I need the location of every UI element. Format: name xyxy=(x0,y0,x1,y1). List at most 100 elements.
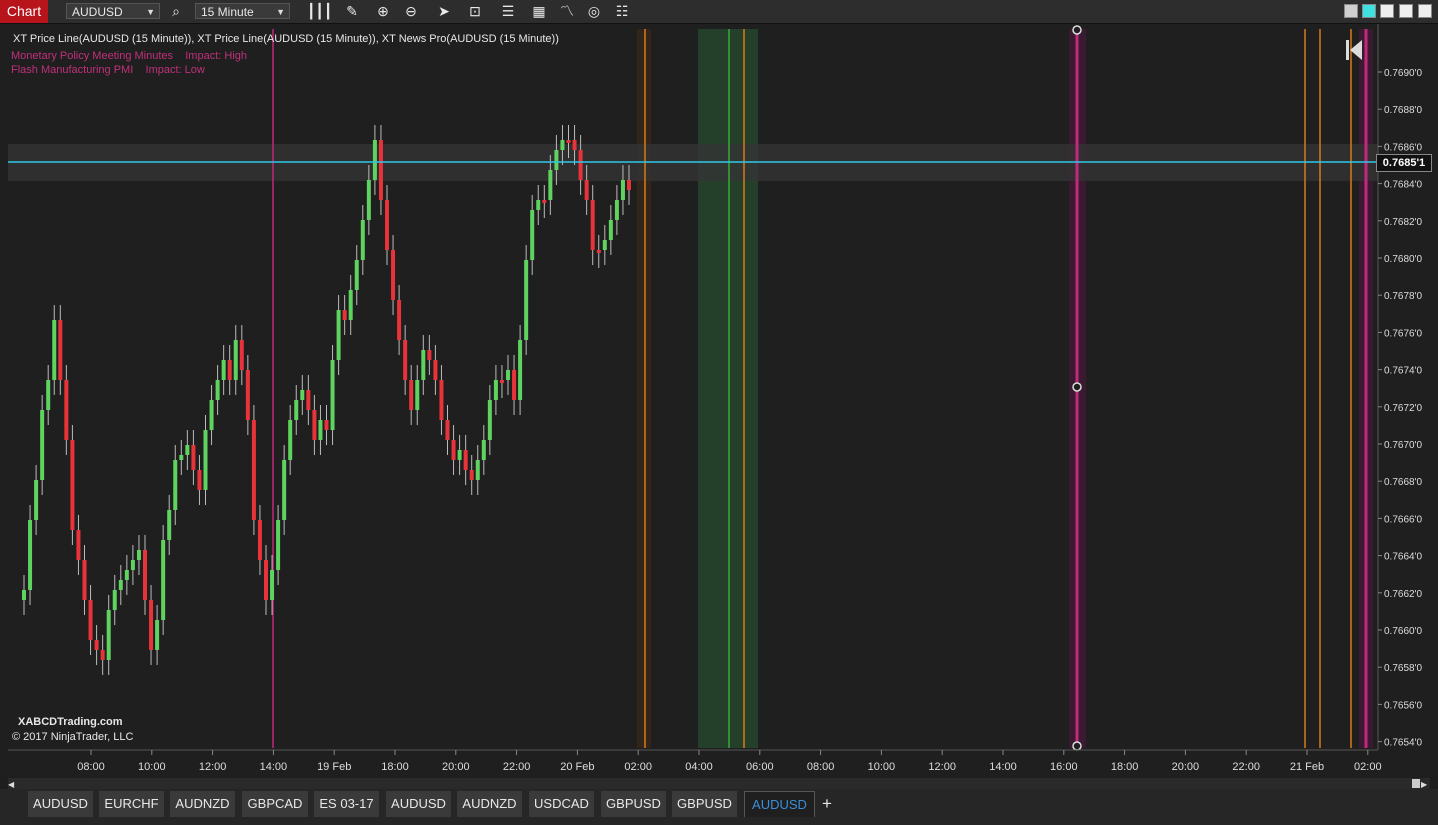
time-label: 19 Feb xyxy=(317,761,351,773)
candle-body xyxy=(378,140,383,200)
candle-body xyxy=(294,400,299,420)
scroll-thumb[interactable] xyxy=(1412,779,1420,788)
candle-body xyxy=(215,380,220,400)
time-label: 08:00 xyxy=(77,761,105,773)
data-box-icon[interactable]: ⊡ xyxy=(466,2,484,20)
candle-body xyxy=(276,520,281,570)
zoom-out-icon[interactable]: ⊖ xyxy=(402,2,420,20)
candle-body xyxy=(530,210,535,260)
tab-gbpcad[interactable]: GBPCAD xyxy=(242,791,308,817)
candle-body xyxy=(233,340,238,380)
candle-body xyxy=(397,300,402,340)
candle-body xyxy=(227,360,232,380)
candle-body xyxy=(584,180,589,200)
properties-icon[interactable]: ☰ xyxy=(499,2,517,20)
tab-eurchf[interactable]: EURCHF xyxy=(99,791,164,817)
time-axis[interactable]: 08:00 10:00 12:00 14:00 19 Feb 18:00 20:00 22:0… xyxy=(77,750,1382,773)
time-label: 20 Feb xyxy=(560,761,594,773)
price-label: 0.7656'0 xyxy=(1384,700,1422,711)
time-label: 22:00 xyxy=(503,761,531,773)
candle-body xyxy=(46,380,51,410)
tab-audusd[interactable]: AUDUSD xyxy=(28,791,93,817)
time-label: 22:00 xyxy=(1232,761,1260,773)
price-label: 0.7688'0 xyxy=(1384,105,1422,116)
candle-body xyxy=(499,380,504,383)
indicators-icon[interactable]: 〽 xyxy=(558,2,576,20)
tab-audnzd[interactable]: AUDNZD xyxy=(170,791,235,817)
line-handle[interactable] xyxy=(1072,741,1082,751)
minimize-button[interactable] xyxy=(1380,4,1394,18)
interval-selector[interactable]: 15 Minute ▼ xyxy=(195,3,290,19)
tab-audnzd-2[interactable]: AUDNZD xyxy=(457,791,522,817)
templates-icon[interactable]: ▦ xyxy=(530,2,548,20)
line-handle[interactable] xyxy=(1072,382,1082,392)
price-chart[interactable]: 0.7690'0 0.7688'0 0.7686'0 0.7684'0 0.7682'0… xyxy=(0,24,1438,776)
candle-body xyxy=(264,560,268,600)
price-label: 0.7680'0 xyxy=(1384,254,1422,265)
site-watermark: XABCDTrading.com xyxy=(18,716,123,728)
candle-body xyxy=(427,350,432,360)
tab-gbpusd[interactable]: GBPUSD xyxy=(601,791,666,817)
strategies-icon[interactable]: ◎ xyxy=(585,2,603,20)
candle-body xyxy=(40,410,45,480)
candle-body xyxy=(348,290,353,320)
search-icon[interactable]: ⌕ xyxy=(167,2,185,20)
zoom-in-icon[interactable]: ⊕ xyxy=(374,2,392,20)
time-label: 10:00 xyxy=(868,761,896,773)
candle-body xyxy=(173,460,178,510)
price-label: 0.7682'0 xyxy=(1384,217,1422,228)
menu-list-icon[interactable]: ☷ xyxy=(613,2,631,20)
chart-panel[interactable]: 0.7690'0 0.7688'0 0.7686'0 0.7684'0 0.7682'0… xyxy=(0,24,1438,776)
tab-gbpusd-2[interactable]: GBPUSD xyxy=(672,791,737,817)
scroll-left-icon[interactable]: ◀ xyxy=(8,780,14,789)
line-handle[interactable] xyxy=(1072,25,1082,35)
candle-body xyxy=(614,200,619,220)
candle-body xyxy=(354,260,359,290)
tab-usdcad[interactable]: USDCAD xyxy=(529,791,594,817)
draw-pencil-icon[interactable]: ✎ xyxy=(343,2,361,20)
window-gray-button[interactable] xyxy=(1344,4,1358,18)
bar-style-icon[interactable]: ┃┃┃ xyxy=(307,2,332,20)
candle-body xyxy=(572,140,577,150)
plot-background xyxy=(8,24,1378,750)
candle-body xyxy=(88,600,93,640)
candle-body xyxy=(155,620,160,650)
time-label: 14:00 xyxy=(989,761,1017,773)
add-tab-button[interactable]: + xyxy=(818,791,836,817)
tab-audusd-active[interactable]: AUDUSD xyxy=(744,791,815,817)
time-label: 02:00 xyxy=(624,761,652,773)
price-label: 0.7674'0 xyxy=(1384,366,1422,377)
candle-body xyxy=(469,470,474,480)
instrument-selector[interactable]: AUDUSD ▼ xyxy=(66,3,160,19)
chart-window-label[interactable]: Chart xyxy=(0,0,48,23)
candle-body xyxy=(288,420,293,460)
price-label: 0.7660'0 xyxy=(1384,626,1422,637)
candle-body xyxy=(481,440,486,460)
candle-body xyxy=(524,260,529,340)
candle-body xyxy=(257,520,262,560)
window-link-button[interactable] xyxy=(1362,4,1376,18)
time-label: 04:00 xyxy=(685,761,713,773)
tab-audusd-2[interactable]: AUDUSD xyxy=(386,791,451,817)
tab-es-03-17[interactable]: ES 03-17 xyxy=(314,791,379,817)
candle-body xyxy=(324,420,329,430)
horizontal-scrollbar[interactable]: ◀ ▶ xyxy=(8,778,1430,789)
candle-body xyxy=(52,320,57,380)
time-label: 14:00 xyxy=(260,761,288,773)
news-event: Flash Manufacturing PMI xyxy=(11,64,134,76)
candle-body xyxy=(336,310,341,360)
price-label: 0.7670'0 xyxy=(1384,440,1422,451)
candle-body xyxy=(445,420,450,440)
candle-body xyxy=(149,600,154,650)
time-label: 02:00 xyxy=(1354,761,1382,773)
candle-body xyxy=(82,560,87,600)
close-button[interactable] xyxy=(1418,4,1432,18)
scroll-right-icon[interactable]: ▶ xyxy=(1421,780,1427,789)
candle-body xyxy=(560,140,565,150)
candle-body xyxy=(409,380,414,410)
maximize-button[interactable] xyxy=(1399,4,1413,18)
candle-body xyxy=(385,200,389,250)
candle-body xyxy=(179,455,184,460)
pointer-icon[interactable]: ➤ xyxy=(435,2,453,20)
candle-body xyxy=(118,580,123,590)
